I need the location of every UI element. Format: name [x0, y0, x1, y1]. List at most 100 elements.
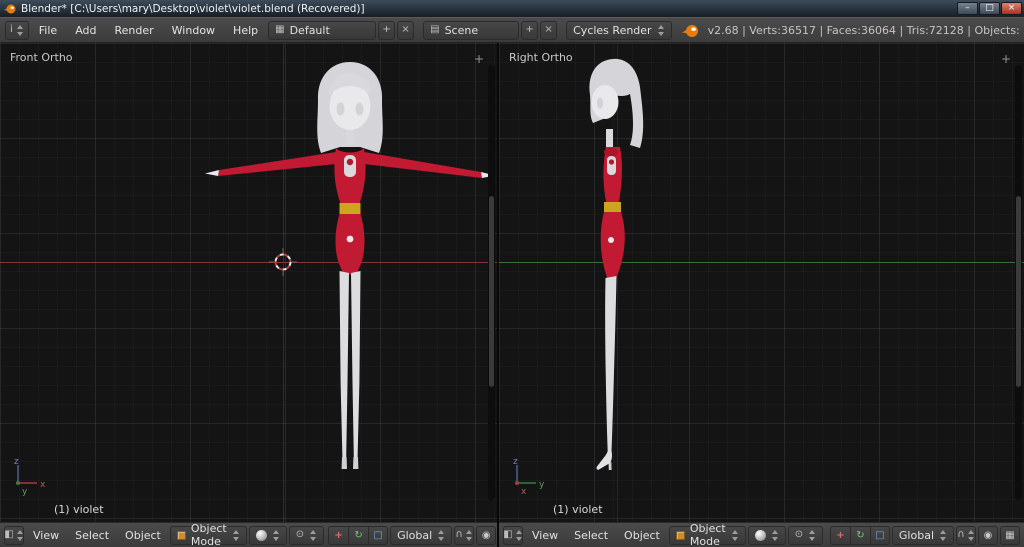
svg-text:y: y: [22, 487, 28, 496]
model-side-view[interactable]: [499, 43, 1024, 522]
svg-text:y: y: [539, 480, 545, 490]
viewport-scrollbar[interactable]: [488, 65, 495, 500]
manipulator-scale-toggle[interactable]: □: [368, 525, 389, 545]
scrollbar-thumb[interactable]: [489, 195, 494, 387]
editor-type-button[interactable]: i: [5, 20, 29, 40]
scrollbar-thumb[interactable]: [1016, 195, 1021, 387]
viewport-shading-icon: [754, 529, 766, 541]
dropdown-arrows-icon: [967, 529, 975, 542]
render-engine-dropdown[interactable]: Cycles Render: [566, 20, 672, 40]
editor-type-button[interactable]: ◧: [503, 525, 523, 545]
mini-axis-gizmo: x z y: [14, 457, 46, 496]
manipulator-translate-toggle[interactable]: +: [328, 525, 349, 545]
menu-render[interactable]: Render: [107, 22, 162, 39]
svg-text:z: z: [513, 457, 518, 467]
pivot-point-dropdown[interactable]: ⊙: [787, 525, 824, 545]
mode-dropdown[interactable]: Object Mode: [668, 522, 746, 547]
region-expand-plus-icon[interactable]: +: [474, 53, 484, 65]
object-mode-icon: [176, 530, 186, 540]
plus-icon: +: [525, 24, 534, 35]
menu-help[interactable]: Help: [225, 22, 266, 39]
scene-icon: ▤: [430, 24, 440, 35]
delete-screen-layout-button[interactable]: ×: [397, 20, 415, 40]
pivot-point-icon: ⊙: [794, 529, 804, 540]
render-engine-value: Cycles Render: [573, 23, 652, 37]
mini-axis-gizmo: y z x: [513, 457, 545, 496]
object-menu[interactable]: Object: [617, 527, 667, 544]
view-name-label: Front Ortho: [10, 51, 73, 64]
transform-orientation-dropdown[interactable]: Global: [891, 525, 954, 545]
svg-text:x: x: [521, 487, 527, 496]
blender-app-icon: [4, 4, 16, 13]
manipulator-rotate-toggle[interactable]: ↻: [849, 525, 870, 545]
scene-value: Scene: [444, 23, 479, 37]
manipulator-translate-toggle[interactable]: +: [829, 525, 850, 545]
viewport-scrollbar[interactable]: [1015, 65, 1022, 500]
menu-file[interactable]: File: [31, 22, 65, 39]
3d-cursor[interactable]: [269, 248, 297, 276]
snap-toggle[interactable]: ∩: [956, 525, 976, 545]
menu-add[interactable]: Add: [67, 22, 104, 39]
orientation-label: Global: [898, 528, 934, 542]
character-side[interactable]: [589, 58, 644, 470]
dropdown-arrows-icon: [272, 529, 280, 542]
manipulator-rotate-toggle[interactable]: ↻: [348, 525, 369, 545]
view-menu[interactable]: View: [525, 527, 565, 544]
add-screen-layout-button[interactable]: +: [378, 20, 396, 40]
snap-toggle[interactable]: ∩: [454, 525, 475, 545]
dropdown-arrows-icon: [939, 529, 947, 542]
dropdown-arrows-icon: [309, 529, 317, 542]
window-title: Blender* [C:\Users\mary\Desktop\violet\v…: [21, 2, 365, 15]
scene-dropdown[interactable]: ▤ Scene: [423, 20, 520, 40]
minimize-button[interactable]: –: [957, 2, 978, 15]
info-header: i File Add Render Window Help ▦ Default …: [0, 17, 1024, 43]
viewport-right-ortho[interactable]: Right Ortho (1) violet y z x +: [499, 43, 1024, 522]
svg-text:z: z: [14, 457, 19, 467]
x-icon: ×: [544, 24, 553, 35]
mode-label: Object Mode: [689, 522, 726, 547]
dropdown-arrows-icon: [515, 529, 523, 542]
object-mode-icon: [675, 530, 685, 540]
model-front-view[interactable]: [0, 43, 497, 522]
transform-orientation-dropdown[interactable]: Global: [390, 525, 453, 545]
viewport-shading-dropdown[interactable]: [248, 525, 287, 545]
select-menu[interactable]: Select: [567, 527, 615, 544]
dropdown-arrows-icon: [437, 529, 445, 542]
blender-logo-icon: [681, 24, 698, 37]
svg-text:x: x: [40, 480, 46, 490]
dropdown-arrows-icon: [16, 529, 24, 542]
render-opengl-button[interactable]: ◉: [978, 525, 998, 545]
viewport-shading-dropdown[interactable]: [747, 525, 786, 545]
region-expand-plus-icon[interactable]: +: [1001, 53, 1011, 65]
magnet-icon: ∩: [957, 529, 965, 540]
viewport-shading-icon: [255, 529, 267, 541]
viewport-area: Front Ortho (1) violet x z y + Right Ort…: [0, 43, 1024, 522]
render-opengl-anim-button[interactable]: ▦: [1000, 525, 1020, 545]
mode-dropdown[interactable]: Object Mode: [169, 522, 247, 547]
delete-scene-button[interactable]: ×: [540, 20, 558, 40]
window-titlebar: Blender* [C:\Users\mary\Desktop\violet\v…: [0, 0, 1024, 17]
manipulator-toggles: + ↻ □: [829, 525, 890, 545]
viewport-headers: ◧ View Select Object Object Mode ⊙ + ↻ □…: [0, 522, 1024, 547]
view-menu[interactable]: View: [26, 527, 66, 544]
dropdown-arrows-icon: [771, 529, 779, 542]
manipulator-toggles: + ↻ □: [328, 525, 389, 545]
maximize-button[interactable]: □: [979, 2, 1000, 15]
dropdown-arrows-icon: [465, 529, 473, 542]
pivot-point-dropdown[interactable]: ⊙: [288, 525, 325, 545]
dropdown-arrows-icon: [808, 529, 816, 542]
manipulator-scale-toggle[interactable]: □: [869, 525, 890, 545]
render-opengl-button[interactable]: ◉: [476, 525, 497, 545]
menu-window[interactable]: Window: [164, 22, 223, 39]
character-front[interactable]: [205, 62, 495, 469]
object-menu[interactable]: Object: [118, 527, 168, 544]
viewport-header-right-ortho: ◧ View Select Object Object Mode ⊙ + ↻ □…: [499, 522, 1024, 547]
screen-layout-icon: ▦: [275, 24, 285, 35]
screen-layout-dropdown[interactable]: ▦ Default: [268, 20, 377, 40]
mode-label: Object Mode: [190, 522, 227, 547]
select-menu[interactable]: Select: [68, 527, 116, 544]
close-button[interactable]: ×: [1001, 2, 1022, 15]
editor-type-button[interactable]: ◧: [4, 525, 24, 545]
add-scene-button[interactable]: +: [521, 20, 539, 40]
viewport-front[interactable]: Front Ortho (1) violet x z y +: [0, 43, 497, 522]
